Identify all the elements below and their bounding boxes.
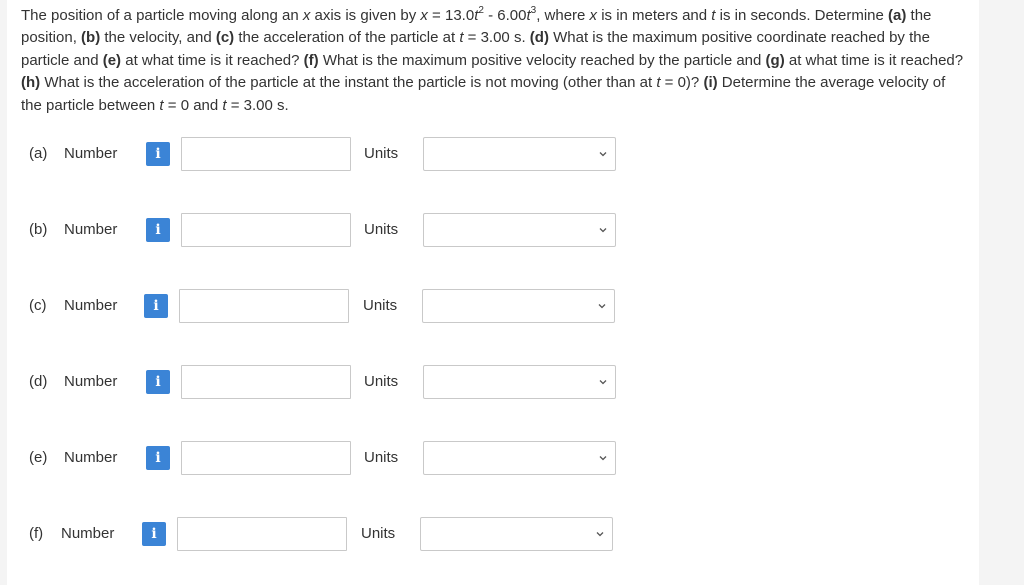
number-input-a[interactable]	[181, 137, 351, 171]
info-icon[interactable]: i	[142, 522, 166, 546]
answer-row-c: (c) Number i Units	[7, 289, 979, 323]
part-label-f: (f) Number	[29, 525, 115, 542]
number-input-d[interactable]	[181, 365, 351, 399]
info-icon[interactable]: i	[146, 218, 170, 242]
units-label-e: Units	[364, 449, 399, 466]
units-dropdown-f[interactable]	[420, 517, 613, 551]
units-label-b: Units	[364, 221, 399, 238]
units-label-f: Units	[361, 525, 396, 542]
units-dropdown-a[interactable]	[423, 137, 616, 171]
part-label-d: (d) Number	[29, 373, 118, 390]
units-dropdown-d[interactable]	[423, 365, 616, 399]
question-text: The position of a particle moving along …	[21, 5, 964, 114]
info-icon[interactable]: i	[146, 142, 170, 166]
units-dropdown-b[interactable]	[423, 213, 616, 247]
info-icon[interactable]: i	[144, 294, 168, 318]
chevron-down-icon	[599, 152, 607, 157]
info-icon[interactable]: i	[146, 370, 170, 394]
part-label-b: (b) Number	[29, 221, 118, 238]
number-input-e[interactable]	[181, 441, 351, 475]
chevron-down-icon	[599, 380, 607, 385]
answer-row-a: (a) Number i Units	[7, 137, 979, 171]
number-input-c[interactable]	[179, 289, 349, 323]
chevron-down-icon	[599, 228, 607, 233]
units-label-a: Units	[364, 145, 399, 162]
units-dropdown-e[interactable]	[423, 441, 616, 475]
answer-row-b: (b) Number i Units	[7, 213, 979, 247]
number-input-b[interactable]	[181, 213, 351, 247]
question-panel: The position of a particle moving along …	[7, 0, 979, 585]
units-label-d: Units	[364, 373, 399, 390]
units-label-c: Units	[363, 297, 398, 314]
answer-row-f: (f) Number i Units	[7, 517, 979, 551]
units-dropdown-c[interactable]	[422, 289, 615, 323]
part-label-c: (c) Number	[29, 297, 118, 314]
part-label-a: (a) Number	[29, 145, 118, 162]
answer-row-e: (e) Number i Units	[7, 441, 979, 475]
number-input-f[interactable]	[177, 517, 347, 551]
part-label-e: (e) Number	[29, 449, 118, 466]
answer-row-d: (d) Number i Units	[7, 365, 979, 399]
info-icon[interactable]: i	[146, 446, 170, 470]
chevron-down-icon	[598, 304, 606, 309]
chevron-down-icon	[596, 532, 604, 537]
chevron-down-icon	[599, 456, 607, 461]
